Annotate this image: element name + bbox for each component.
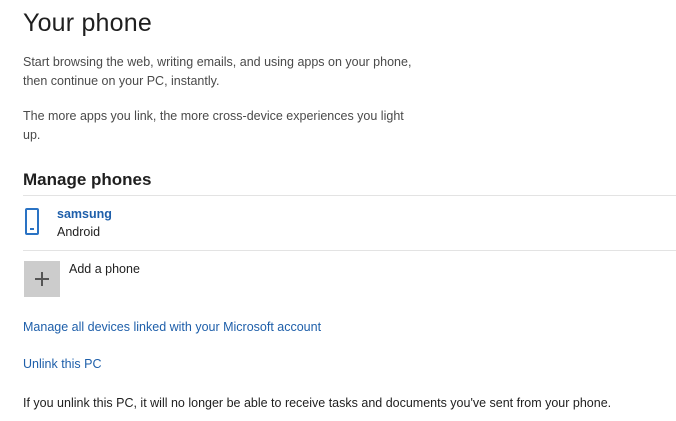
add-phone-tile[interactable]: [24, 261, 60, 297]
linked-phone-item[interactable]: samsung Android: [23, 200, 663, 246]
manage-devices-link[interactable]: Manage all devices linked with your Micr…: [23, 320, 321, 334]
divider: [23, 250, 676, 251]
manage-phones-heading: Manage phones: [23, 170, 152, 189]
phone-os: Android: [57, 225, 101, 239]
unlink-pc-link[interactable]: Unlink this PC: [23, 357, 102, 371]
phone-icon: [25, 208, 39, 235]
add-phone-label: Add a phone: [69, 262, 140, 276]
your-phone-settings-page: Your phone Start browsing the web, writi…: [0, 0, 676, 421]
plus-icon: [35, 272, 49, 286]
intro-paragraph-2: The more apps you link, the more cross-d…: [23, 109, 404, 142]
unlink-note: If you unlink this PC, it will no longer…: [23, 396, 612, 410]
add-phone-button[interactable]: Add a phone: [23, 259, 323, 299]
intro-paragraph-1: Start browsing the web, writing emails, …: [23, 55, 412, 88]
divider: [23, 195, 676, 196]
page-title: Your phone: [23, 9, 152, 37]
phone-name: samsung: [57, 207, 112, 221]
